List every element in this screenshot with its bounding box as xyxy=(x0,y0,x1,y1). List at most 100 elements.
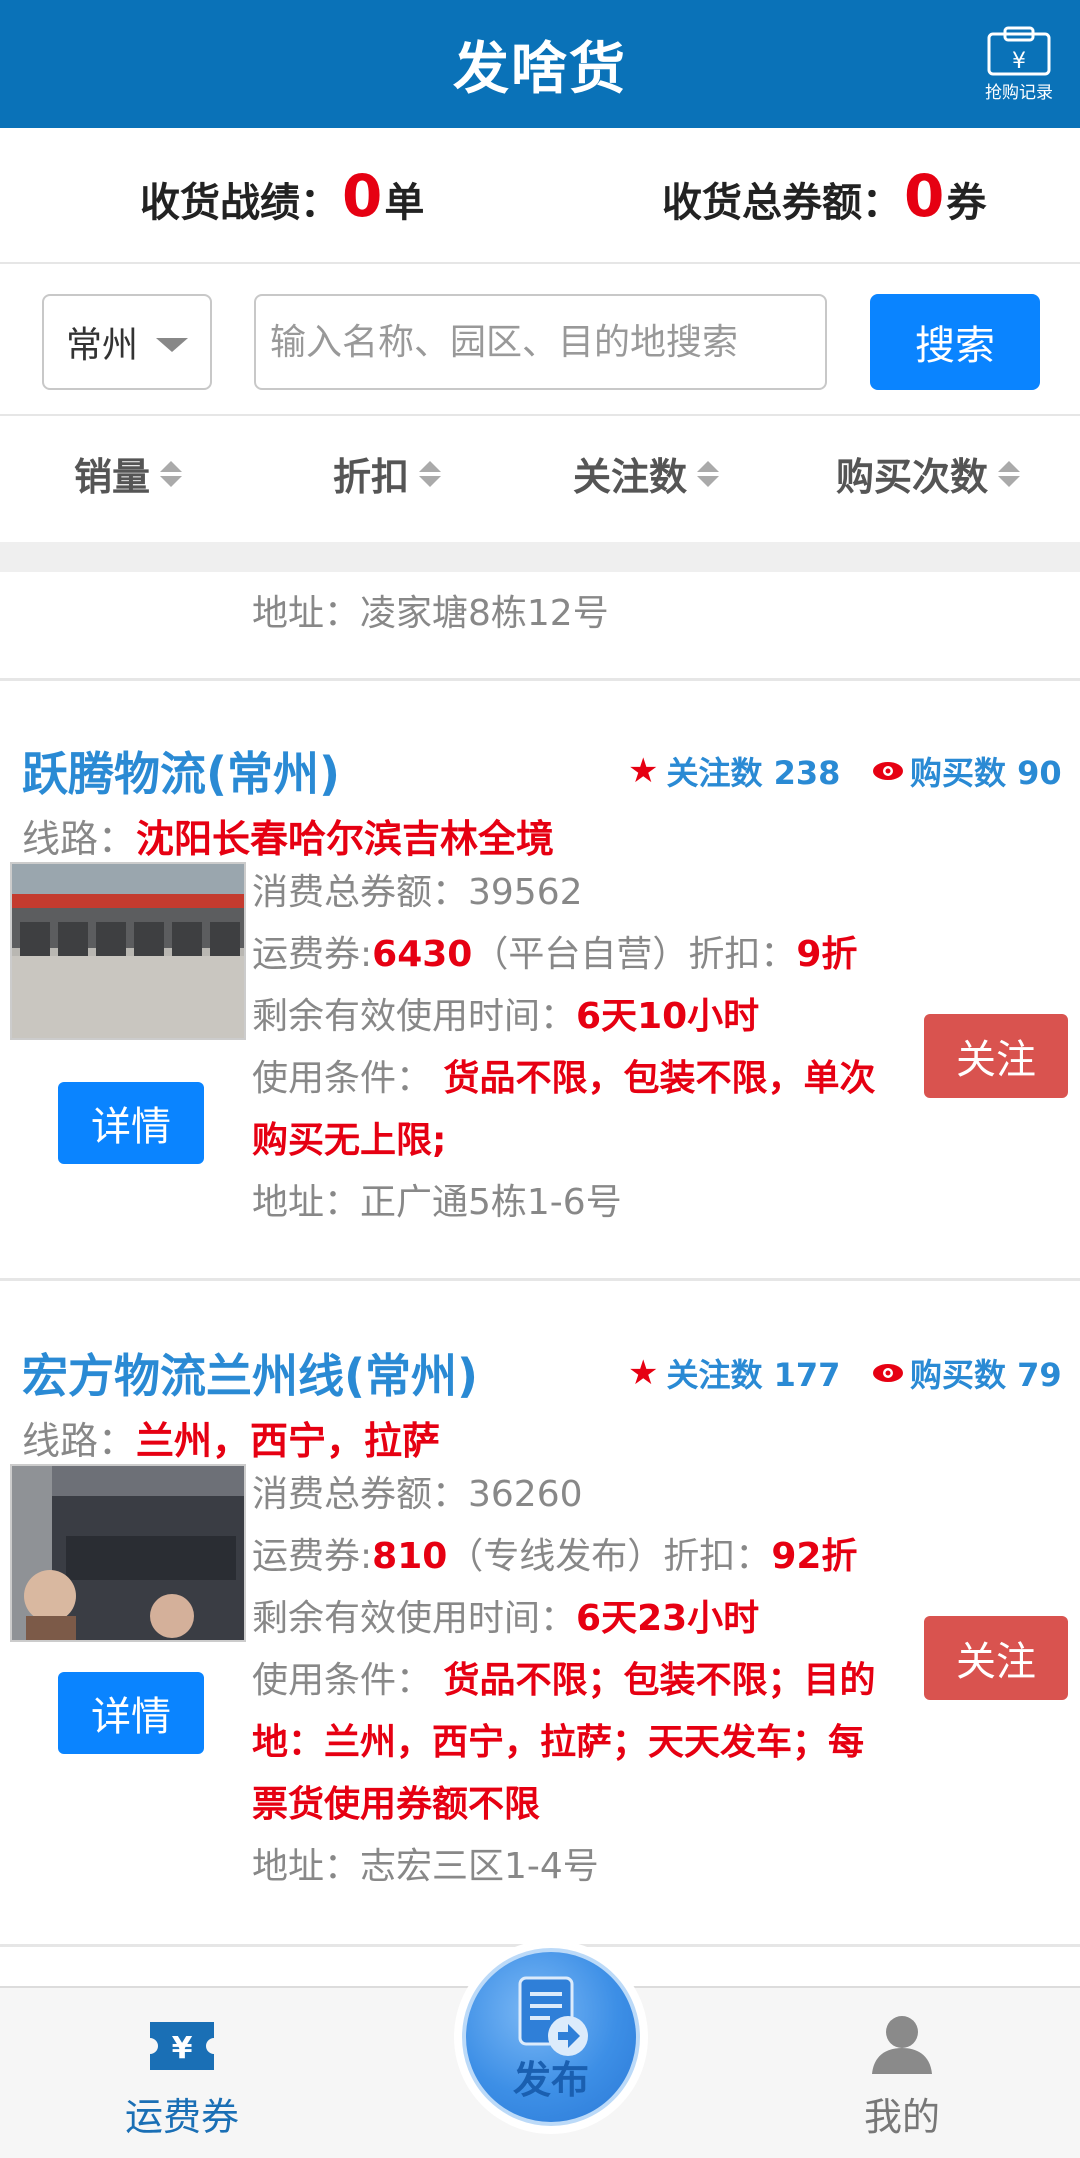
follow-count-label: 关注数 238 xyxy=(666,754,841,792)
company-photo[interactable] xyxy=(10,1464,246,1642)
search-input[interactable] xyxy=(254,294,827,390)
total-coupon: 消费总券额：36260 xyxy=(252,1474,583,1515)
fee-label: 运费券: xyxy=(252,1536,373,1577)
nav-freight-coupon-label: 运费券 xyxy=(124,2095,239,2139)
discount-value: 92折 xyxy=(771,1536,858,1577)
storefront-photo xyxy=(12,1466,244,1640)
received-unit: 单 xyxy=(384,180,425,226)
route-label: 线路： xyxy=(22,1419,137,1463)
divider xyxy=(0,1278,1080,1281)
publish-button[interactable]: 发布 xyxy=(454,1940,648,2134)
card-info: 消费总券额：36260 运费券:810（专线发布）折扣：92折 剩余有效使用时间… xyxy=(252,1464,892,1898)
list-item: 宏方物流兰州线(常州) ★ 关注数 177 购买数 79 线路：兰州，西宁，拉萨 xyxy=(0,1340,1080,1940)
fee-type: （平台自营）折扣： xyxy=(472,934,797,975)
detail-button[interactable]: 详情 xyxy=(58,1082,204,1164)
svg-text:¥: ¥ xyxy=(1012,49,1026,74)
follow-button[interactable]: 关注 xyxy=(924,1616,1068,1700)
top-bar: 发啥货 ¥ 抢购记录 xyxy=(0,0,1080,128)
sort-arrows-icon xyxy=(419,460,442,487)
star-icon: ★ xyxy=(628,1353,659,1393)
received-orders-stat: 收货战绩： 0 单 xyxy=(140,162,424,230)
purchase-history-label: 抢购记录 xyxy=(985,83,1053,103)
sort-bar: 销量 折扣 关注数 购买次数 xyxy=(0,416,1080,542)
follow-count: ★ 关注数 177 xyxy=(628,1350,840,1396)
condition-line: 使用条件： 货品不限；包装不限；目的地：兰州，西宁，拉萨；天天发车；每票货使用券… xyxy=(252,1650,892,1836)
purchase-count: 购买数 79 xyxy=(872,1350,1062,1396)
received-value: 0 xyxy=(342,162,383,230)
nav-profile[interactable]: 我的 xyxy=(782,1988,1022,2158)
warehouse-photo xyxy=(12,864,244,1038)
nav-freight-coupon[interactable]: ¥ 运费券 xyxy=(62,1988,302,2158)
page-title: 发啥货 xyxy=(453,36,627,102)
publish-button-circle: 发布 xyxy=(462,1948,640,2126)
publish-label: 发布 xyxy=(512,2058,589,2102)
company-photo[interactable] xyxy=(10,862,246,1040)
remaining-value: 6天23小时 xyxy=(576,1598,760,1639)
app-root: 发啥货 ¥ 抢购记录 收货战绩： 0 单 收货总券额： 0 券 常州 搜 xyxy=(0,0,1080,2158)
sort-by-sales[interactable]: 销量 xyxy=(74,446,183,501)
star-icon: ★ xyxy=(628,751,659,791)
stats-bar: 收货战绩： 0 单 收货总券额： 0 券 xyxy=(0,128,1080,264)
sort-by-followers[interactable]: 关注数 xyxy=(573,446,720,501)
address: 地址：志宏三区1-4号 xyxy=(252,1846,599,1887)
list-item: 跃腾物流(常州) ★ 关注数 238 购买数 90 线路：沈阳长春哈尔滨吉林全境 xyxy=(0,738,1080,1288)
card-info: 消费总券额：39562 运费券:6430（平台自营）折扣：9折 剩余有效使用时间… xyxy=(252,862,892,1234)
route-label: 线路： xyxy=(22,817,137,861)
fee-label: 运费券: xyxy=(252,934,373,975)
sort-arrows-icon xyxy=(998,460,1021,487)
follow-count-label: 关注数 177 xyxy=(666,1356,841,1394)
fee-type: （专线发布）折扣： xyxy=(447,1536,772,1577)
purchase-count-label: 购买数 90 xyxy=(910,754,1062,792)
company-name[interactable]: 跃腾物流(常州) xyxy=(22,738,340,804)
coupon-total-label: 收货总券额： xyxy=(662,180,902,226)
remaining-line: 剩余有效使用时间：6天23小时 xyxy=(252,1588,892,1650)
coupon-total-unit: 券 xyxy=(946,180,987,226)
section-gap xyxy=(0,542,1080,572)
user-icon xyxy=(872,2016,932,2074)
fee-line: 运费券:810（专线发布）折扣：92折 xyxy=(252,1526,892,1588)
remaining-value: 6天10小时 xyxy=(576,996,760,1037)
yen-ticket-icon: ¥ xyxy=(150,2022,214,2070)
svg-text:¥: ¥ xyxy=(172,2031,193,2066)
received-label: 收货战绩： xyxy=(140,180,340,226)
divider xyxy=(0,678,1080,681)
company-name[interactable]: 宏方物流兰州线(常州) xyxy=(22,1340,478,1406)
detail-button[interactable]: 详情 xyxy=(58,1672,204,1754)
search-button[interactable]: 搜索 xyxy=(870,294,1040,390)
fee-value: 810 xyxy=(372,1536,448,1577)
sort-label: 销量 xyxy=(74,455,151,499)
city-select[interactable]: 常州 xyxy=(42,294,212,390)
sort-by-discount[interactable]: 折扣 xyxy=(333,446,442,501)
discount-value: 9折 xyxy=(796,934,858,975)
follow-count: ★ 关注数 238 xyxy=(628,748,840,794)
purchase-history-button[interactable]: ¥ 抢购记录 xyxy=(980,26,1058,104)
condition-line: 使用条件： 货品不限，包装不限，单次购买无上限; xyxy=(252,1048,892,1172)
purchase-count-label: 购买数 79 xyxy=(910,1356,1062,1394)
eye-icon xyxy=(873,1364,903,1382)
coupon-total-value: 0 xyxy=(904,162,945,230)
follow-button[interactable]: 关注 xyxy=(924,1014,1068,1098)
fee-line: 运费券:6430（平台自营）折扣：9折 xyxy=(252,924,892,986)
search-row: 常州 搜索 xyxy=(0,264,1080,416)
sort-label: 购买次数 xyxy=(836,455,989,499)
route: 线路：沈阳长春哈尔滨吉林全境 xyxy=(22,808,554,863)
eye-icon xyxy=(873,762,903,780)
nav-profile-label: 我的 xyxy=(863,2095,940,2139)
received-coupon-stat: 收货总券额： 0 券 xyxy=(662,162,986,230)
cart-coupon-icon: ¥ xyxy=(987,26,1051,76)
condition-label: 使用条件： xyxy=(252,1660,433,1701)
remaining-line: 剩余有效使用时间：6天10小时 xyxy=(252,986,892,1048)
address: 地址：正广通5栋1-6号 xyxy=(252,1182,622,1223)
remaining-label: 剩余有效使用时间： xyxy=(252,1598,577,1639)
chevron-down-icon xyxy=(156,338,188,352)
previous-card-address: 地址：凌家塘8栋12号 xyxy=(252,593,609,634)
purchase-count: 购买数 90 xyxy=(872,748,1062,794)
route: 线路：兰州，西宁，拉萨 xyxy=(22,1410,440,1465)
fee-value: 6430 xyxy=(372,934,473,975)
total-coupon: 消费总券额：39562 xyxy=(252,872,583,913)
remaining-label: 剩余有效使用时间： xyxy=(252,996,577,1037)
route-value: 兰州，西宁，拉萨 xyxy=(136,1419,441,1463)
sort-arrows-icon xyxy=(697,460,720,487)
route-value: 沈阳长春哈尔滨吉林全境 xyxy=(136,817,555,861)
sort-by-purchases[interactable]: 购买次数 xyxy=(836,446,1021,501)
